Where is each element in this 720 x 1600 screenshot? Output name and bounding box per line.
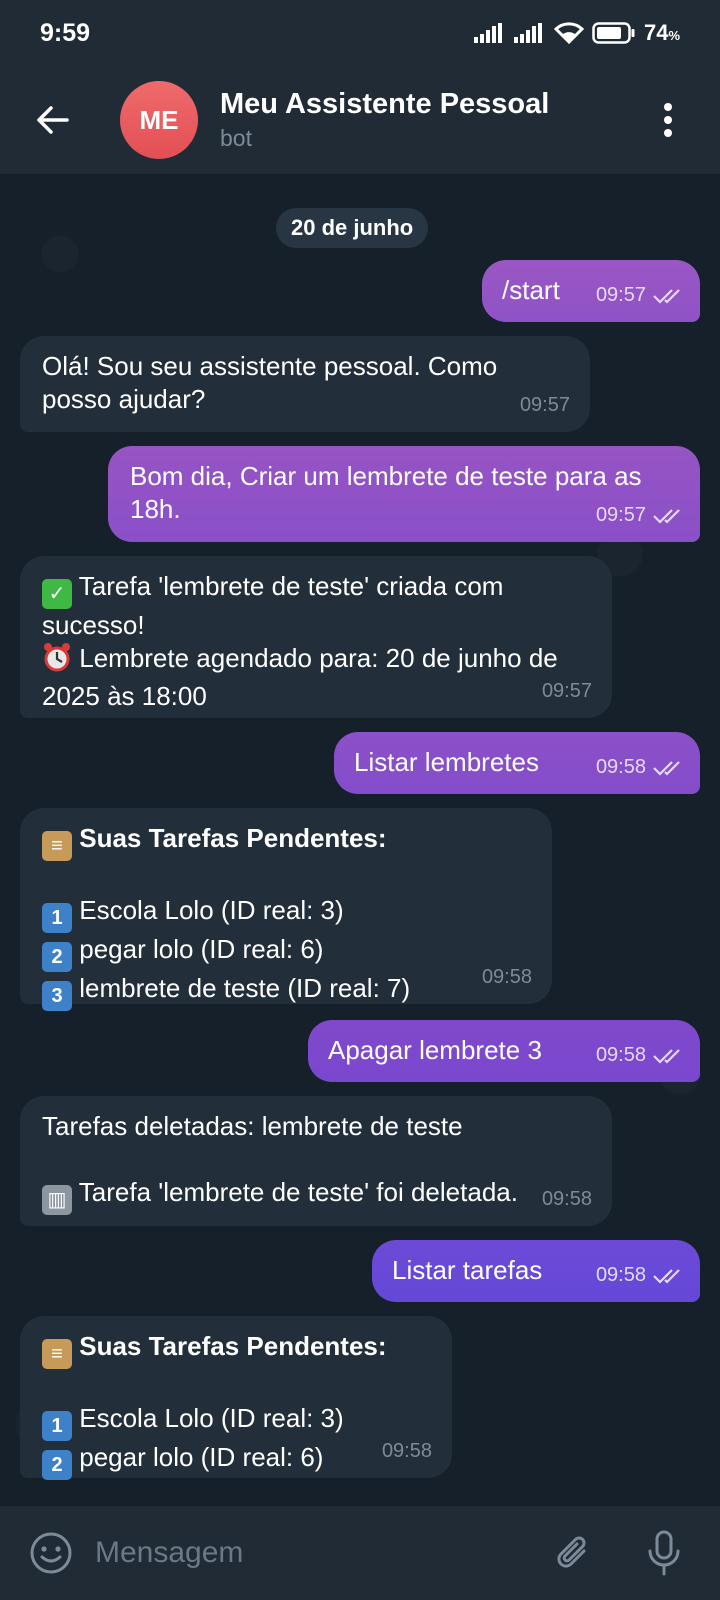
list-item: 2 pegar lolo (ID real: 6) bbox=[42, 933, 542, 972]
double-check-icon bbox=[653, 508, 680, 524]
message-meta: 09:58 bbox=[382, 1435, 432, 1468]
message-time: 09:57 bbox=[595, 284, 646, 306]
message-meta: 09:57 bbox=[596, 279, 684, 312]
keycap-2-icon: 2 bbox=[42, 1450, 72, 1480]
more-vertical-icon bbox=[664, 103, 672, 137]
double-check-icon bbox=[653, 1048, 680, 1064]
task-list-heading: ≡ Suas Tarefas Pendentes: bbox=[42, 822, 542, 861]
avatar[interactable]: ME bbox=[120, 81, 198, 159]
message-meta: 09:58 bbox=[482, 961, 532, 994]
message-outgoing[interactable]: Bom dia, Criar um lembrete de teste para… bbox=[108, 446, 700, 542]
message-incoming[interactable]: ≡ Suas Tarefas Pendentes: 1 Escola Lolo … bbox=[20, 1316, 452, 1480]
signal-icon bbox=[473, 23, 502, 43]
message-incoming[interactable]: Tarefas deletadas: lembrete de teste ▥ T… bbox=[20, 1096, 612, 1226]
double-check-icon bbox=[653, 1268, 680, 1284]
date-chip: 20 de junho bbox=[276, 208, 429, 248]
status-icons: 74% bbox=[473, 20, 680, 46]
battery-icon bbox=[592, 22, 635, 44]
message-input-bar bbox=[0, 1506, 720, 1600]
message-text: Apagar lembrete 3 bbox=[328, 1035, 542, 1065]
message-incoming[interactable]: ≡ Suas Tarefas Pendentes: 1 Escola Lolo … bbox=[20, 808, 552, 1011]
message-text: Olá! Sou seu assistente pessoal. Como po… bbox=[42, 351, 505, 414]
message-time: 09:58 bbox=[481, 966, 532, 988]
message-outgoing[interactable]: Listar lembretes 09:58 bbox=[334, 732, 700, 794]
keycap-1-icon: 1 bbox=[42, 903, 72, 933]
message-outgoing[interactable]: Listar tarefas 09:58 bbox=[372, 1240, 700, 1302]
chat-area[interactable]: 20 de junho /start 09:57 Olá! Sou seu as… bbox=[0, 174, 720, 1506]
wifi-icon bbox=[553, 22, 584, 44]
message-incoming[interactable]: Olá! Sou seu assistente pessoal. Como po… bbox=[20, 336, 590, 432]
status-bar: 9:59 74% bbox=[0, 0, 720, 66]
keycap-1-icon: 1 bbox=[42, 1411, 72, 1441]
message-meta: 09:57 bbox=[542, 675, 592, 708]
alarm-clock-icon bbox=[42, 642, 72, 680]
status-time: 9:59 bbox=[40, 18, 91, 47]
more-options-button[interactable] bbox=[656, 96, 680, 144]
message-meta: 09:58 bbox=[596, 751, 684, 784]
chat-title: Meu Assistente Pessoal bbox=[220, 88, 550, 120]
message-time: 09:58 bbox=[595, 1264, 646, 1286]
message-text: Tarefas deletadas: lembrete de teste ▥ T… bbox=[42, 1110, 602, 1215]
message-text: /start bbox=[502, 275, 560, 305]
battery-percent: 74% bbox=[643, 20, 680, 45]
chat-subtitle: bot bbox=[220, 125, 252, 151]
double-check-icon bbox=[653, 760, 680, 776]
keycap-2-icon: 2 bbox=[42, 942, 72, 972]
message-text: Bom dia, Criar um lembrete de teste para… bbox=[130, 461, 649, 524]
message-meta: 09:58 bbox=[596, 1259, 684, 1292]
message-text: ✓ Tarefa 'lembrete de teste' criada com … bbox=[42, 571, 565, 711]
keycap-3-icon: 3 bbox=[42, 981, 72, 1011]
message-time: 09:58 bbox=[381, 1440, 432, 1462]
deleted-detail: ▥ Tarefa 'lembrete de teste' foi deletad… bbox=[42, 1176, 602, 1215]
message-time: 09:58 bbox=[595, 756, 646, 778]
paperclip-icon[interactable] bbox=[554, 1531, 594, 1575]
message-time: 09:58 bbox=[541, 1188, 592, 1210]
back-button[interactable] bbox=[0, 66, 104, 174]
emoji-icon[interactable] bbox=[29, 1531, 73, 1575]
message-meta: 09:58 bbox=[542, 1183, 592, 1216]
signal-icon-2 bbox=[513, 23, 542, 43]
message-time: 09:58 bbox=[595, 1044, 646, 1066]
message-outgoing[interactable]: /start 09:57 bbox=[482, 260, 700, 322]
message-meta: 09:58 bbox=[596, 1039, 684, 1072]
clipboard-icon: ≡ bbox=[42, 1339, 72, 1369]
task-list-heading: ≡ Suas Tarefas Pendentes: bbox=[42, 1330, 442, 1369]
message-incoming[interactable]: ✓ Tarefa 'lembrete de teste' criada com … bbox=[20, 556, 612, 718]
message-text: Listar tarefas bbox=[392, 1255, 543, 1285]
message-time: 09:57 bbox=[519, 394, 570, 416]
list-item: 3 lembrete de teste (ID real: 7) bbox=[42, 972, 542, 1011]
double-check-icon bbox=[653, 288, 680, 304]
message-outgoing[interactable]: Apagar lembrete 3 09:58 bbox=[308, 1020, 700, 1082]
chat-header: ME Meu Assistente Pessoal bot bbox=[0, 66, 720, 174]
message-time: 09:57 bbox=[595, 504, 646, 526]
message-time: 09:57 bbox=[541, 680, 592, 702]
message-meta: 09:57 bbox=[520, 389, 570, 422]
message-text: Listar lembretes bbox=[354, 747, 539, 777]
message-input[interactable] bbox=[95, 1536, 554, 1570]
wastebasket-icon: ▥ bbox=[42, 1185, 72, 1215]
check-mark-icon: ✓ bbox=[42, 579, 72, 609]
chat-title-block[interactable]: Meu Assistente Pessoal bot bbox=[220, 86, 549, 154]
message-meta: 09:57 bbox=[596, 499, 684, 532]
list-item: 1 Escola Lolo (ID real: 3) bbox=[42, 894, 542, 933]
clipboard-icon: ≡ bbox=[42, 831, 72, 861]
microphone-icon[interactable] bbox=[646, 1529, 682, 1577]
deleted-summary: Tarefas deletadas: lembrete de teste bbox=[42, 1111, 463, 1141]
arrow-left-icon bbox=[37, 106, 69, 134]
message-text: ≡ Suas Tarefas Pendentes: 1 Escola Lolo … bbox=[42, 822, 542, 1011]
